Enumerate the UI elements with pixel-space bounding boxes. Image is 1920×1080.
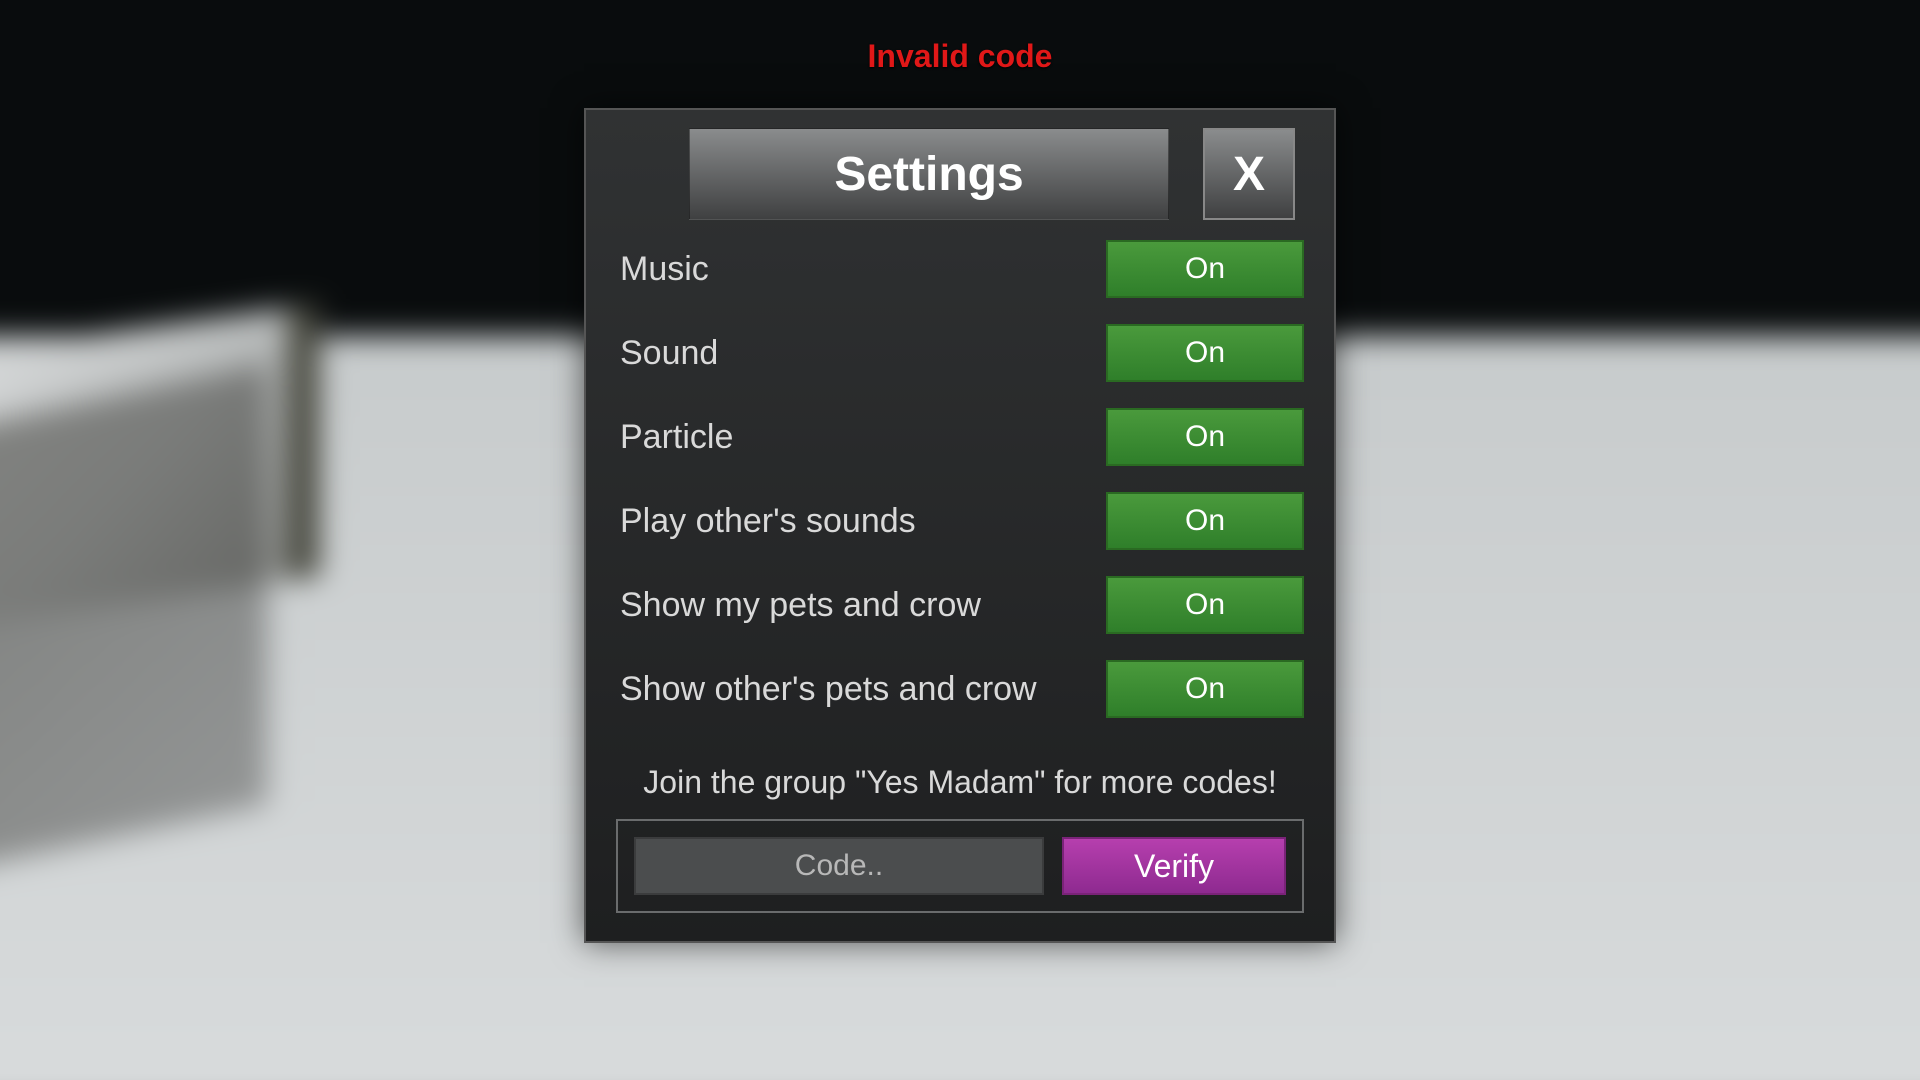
verify-button[interactable]: Verify bbox=[1062, 837, 1286, 895]
close-button[interactable]: X bbox=[1203, 128, 1295, 220]
toggle-sound[interactable]: On bbox=[1106, 324, 1304, 382]
settings-list: Music On Sound On Particle On Play other… bbox=[616, 240, 1304, 718]
code-hint: Join the group "Yes Madam" for more code… bbox=[616, 764, 1304, 801]
setting-label: Show other's pets and crow bbox=[620, 670, 1037, 709]
toggle-particle[interactable]: On bbox=[1106, 408, 1304, 466]
setting-label: Music bbox=[620, 250, 709, 289]
settings-panel: Settings X Music On Sound On Particle On… bbox=[584, 108, 1336, 943]
setting-label: Particle bbox=[620, 418, 733, 457]
code-input[interactable] bbox=[634, 837, 1044, 895]
setting-row-my-pets: Show my pets and crow On bbox=[620, 576, 1304, 634]
setting-label: Play other's sounds bbox=[620, 502, 916, 541]
setting-row-particle: Particle On bbox=[620, 408, 1304, 466]
toggle-others-sounds[interactable]: On bbox=[1106, 492, 1304, 550]
toggle-others-pets[interactable]: On bbox=[1106, 660, 1304, 718]
setting-row-others-pets: Show other's pets and crow On bbox=[620, 660, 1304, 718]
setting-row-sound: Sound On bbox=[620, 324, 1304, 382]
toggle-music[interactable]: On bbox=[1106, 240, 1304, 298]
setting-label: Sound bbox=[620, 334, 718, 373]
setting-row-others-sounds: Play other's sounds On bbox=[620, 492, 1304, 550]
panel-title: Settings bbox=[834, 147, 1023, 202]
status-message: Invalid code bbox=[868, 38, 1053, 75]
panel-title-box: Settings bbox=[689, 128, 1169, 220]
panel-header: Settings X bbox=[680, 128, 1304, 220]
setting-label: Show my pets and crow bbox=[620, 586, 981, 625]
setting-row-music: Music On bbox=[620, 240, 1304, 298]
code-box: Verify bbox=[616, 819, 1304, 913]
toggle-my-pets[interactable]: On bbox=[1106, 576, 1304, 634]
